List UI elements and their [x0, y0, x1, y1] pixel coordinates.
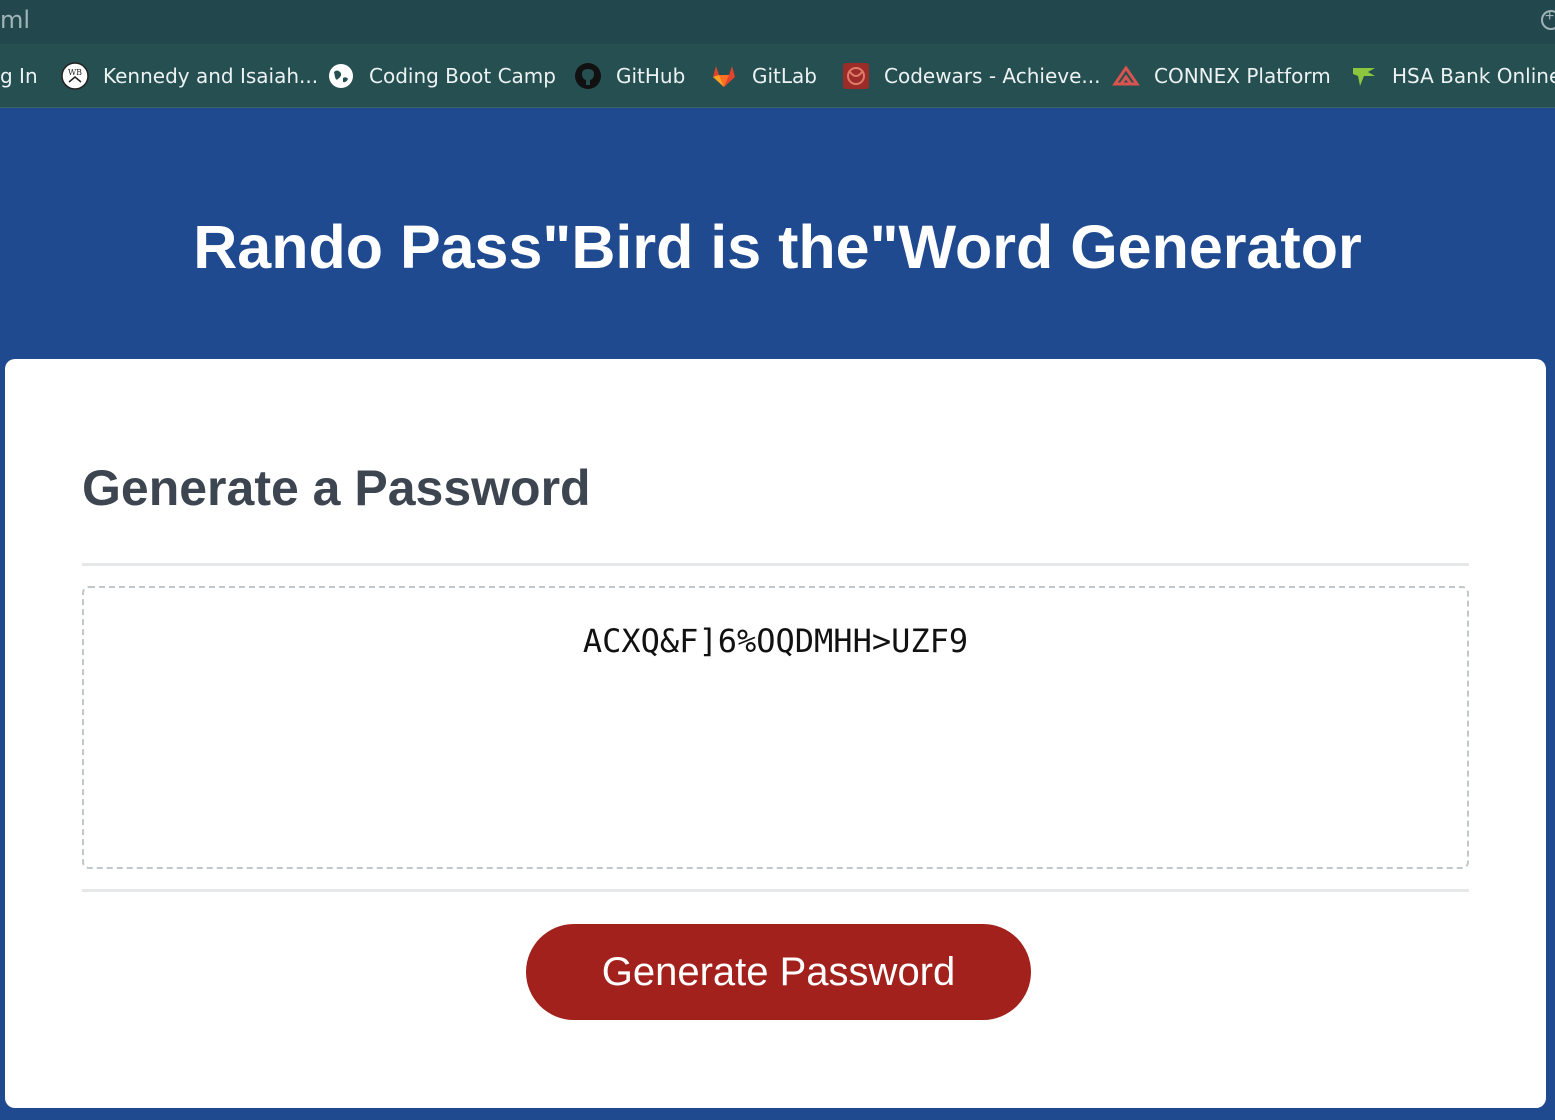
- zoom-icon[interactable]: [1541, 8, 1555, 30]
- codewars-icon: [842, 62, 870, 90]
- github-icon: [574, 62, 602, 90]
- bookmark-kennedy-and-isaiah[interactable]: WB Kennedy and Isaiah...: [61, 44, 319, 107]
- bookmarks-bar: g In WB Kennedy and Isaiah... Coding Boo…: [0, 44, 1555, 108]
- bookmark-github[interactable]: GitHub: [574, 44, 686, 107]
- bookmark-label: Codewars - Achieve...: [884, 64, 1101, 88]
- card-divider-top: [82, 563, 1469, 566]
- bookmark-label: GitLab: [752, 64, 817, 88]
- bookmark-coding-boot-camp[interactable]: Coding Boot Camp: [327, 44, 556, 107]
- browser-address-bar[interactable]: ml: [0, 0, 1555, 44]
- bookmark-label: HSA Bank Online: [1392, 64, 1555, 88]
- bookmark-label: CONNEX Platform: [1154, 64, 1331, 88]
- page-title: Rando Pass"Bird is the"Word Generator: [193, 213, 1362, 281]
- svg-text:WB: WB: [68, 68, 82, 77]
- generate-password-button[interactable]: Generate Password: [526, 924, 1031, 1020]
- password-output[interactable]: ACXQ&F]6%OQDMHH>UZF9: [82, 586, 1469, 869]
- bookmark-connex-platform[interactable]: CONNEX Platform: [1112, 44, 1331, 107]
- wb-logo-icon: WB: [61, 62, 89, 90]
- card-title: Generate a Password: [82, 460, 591, 516]
- bookmark-codewars[interactable]: Codewars - Achieve...: [842, 44, 1101, 107]
- bookmark-label: Kennedy and Isaiah...: [103, 64, 319, 88]
- card-divider-bottom: [82, 889, 1469, 892]
- bookmark-gitlab[interactable]: GitLab: [710, 44, 817, 107]
- bookmark-label: GitHub: [616, 64, 686, 88]
- connex-icon: [1112, 62, 1140, 90]
- bookmark-label: Coding Boot Camp: [369, 64, 556, 88]
- bookmark-sign-in[interactable]: g In: [0, 44, 38, 107]
- password-card: Generate a Password ACXQ&F]6%OQDMHH>UZF9…: [5, 359, 1546, 1108]
- bookmark-label: g In: [0, 64, 38, 88]
- bookmark-hsa-bank-online[interactable]: HSA Bank Online: [1350, 44, 1555, 107]
- globe-icon: [327, 62, 355, 90]
- gitlab-icon: [710, 62, 738, 90]
- page-header: Rando Pass"Bird is the"Word Generator: [0, 108, 1555, 359]
- url-text[interactable]: ml: [0, 6, 30, 34]
- hsa-bank-icon: [1350, 62, 1378, 90]
